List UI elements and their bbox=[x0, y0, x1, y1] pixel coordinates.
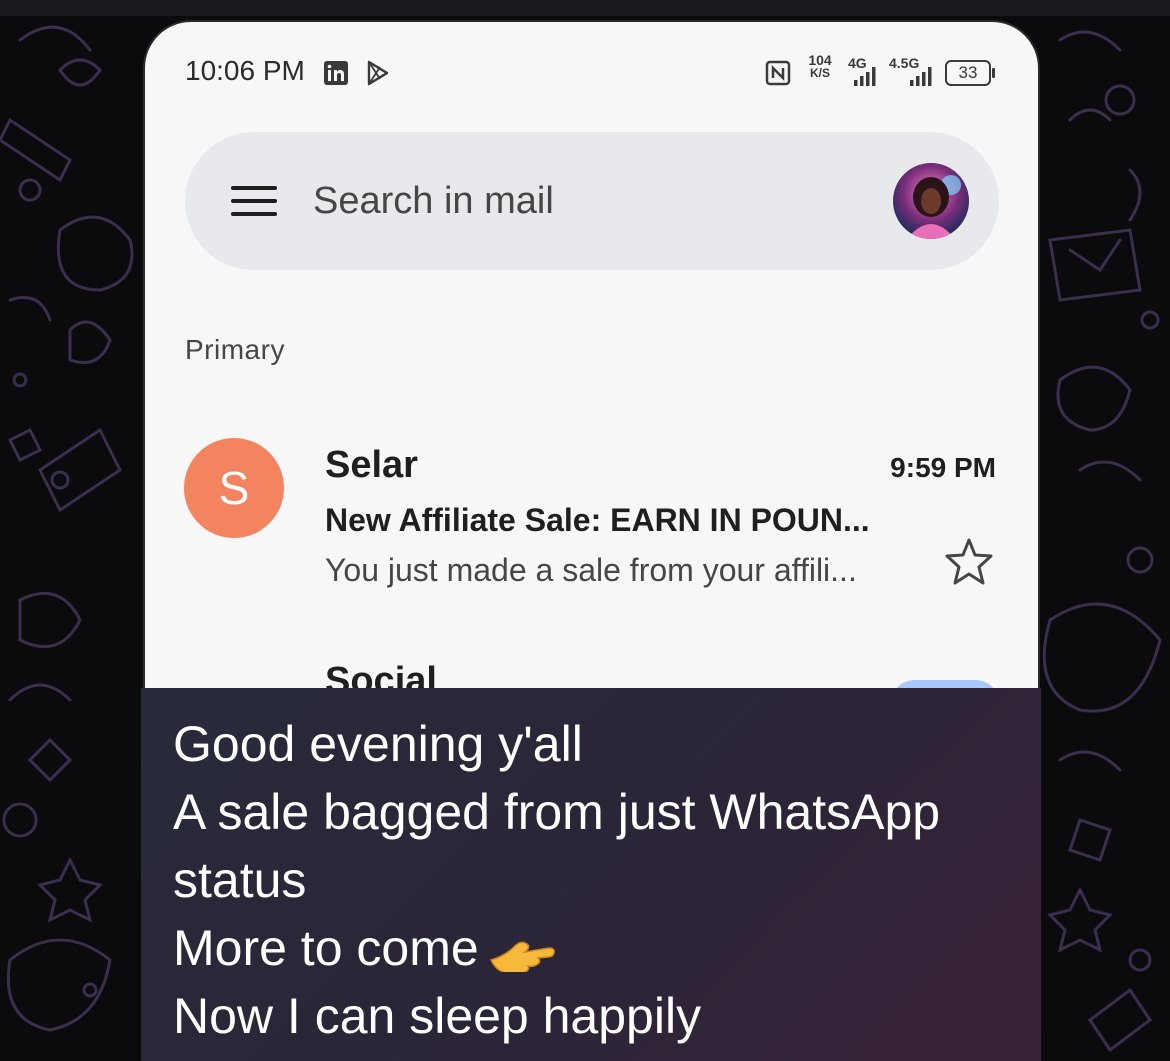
search-bar[interactable] bbox=[185, 132, 999, 270]
status-bar: 10:06 PM 104 K/S 4G 4.5G 33 bbox=[145, 22, 1038, 122]
status-time: 10:06 PM bbox=[185, 55, 305, 86]
caption-line-3: status bbox=[173, 852, 307, 908]
signal-icon bbox=[910, 67, 932, 86]
sender-avatar: S bbox=[184, 438, 284, 538]
section-primary-label: Primary bbox=[185, 334, 285, 365]
caption-line-2: A sale bagged from just WhatsApp bbox=[173, 784, 941, 840]
window-top-bar bbox=[0, 0, 1170, 16]
email-time: 9:59 PM bbox=[890, 452, 996, 483]
email-row[interactable]: S Selar 9:59 PM New Affiliate Sale: EARN… bbox=[145, 422, 1038, 632]
network-speed: 104 K/S bbox=[803, 53, 837, 80]
search-input[interactable] bbox=[313, 176, 853, 226]
caption-line-4-wrap: More to come bbox=[173, 914, 1041, 982]
profile-avatar[interactable] bbox=[893, 163, 969, 239]
star-icon[interactable] bbox=[943, 536, 995, 588]
network-speed-unit: K/S bbox=[809, 66, 830, 80]
nfc-icon bbox=[765, 60, 791, 86]
gmail-screenshot: 10:06 PM 104 K/S 4G 4.5G 33 Search in ma… bbox=[143, 20, 1040, 720]
caption-line-4: More to come bbox=[173, 920, 479, 976]
message-caption: Good evening y'all A sale bagged from ju… bbox=[141, 688, 1041, 1061]
email-snippet: You just made a sale from your affili... bbox=[325, 552, 857, 588]
battery-icon: 33 bbox=[945, 60, 995, 86]
linkedin-icon bbox=[324, 61, 348, 85]
hand-pointing-icon bbox=[489, 941, 555, 972]
battery-level: 33 bbox=[945, 60, 991, 86]
signal-icon bbox=[854, 67, 876, 86]
menu-icon[interactable] bbox=[231, 186, 277, 216]
caption-line-5: Now I can sleep happily bbox=[173, 988, 702, 1044]
play-store-icon bbox=[367, 60, 389, 86]
sender-name: Selar bbox=[325, 444, 418, 486]
caption-line-1: Good evening y'all bbox=[173, 716, 583, 772]
email-subject: New Affiliate Sale: EARN IN POUN... bbox=[325, 502, 870, 538]
